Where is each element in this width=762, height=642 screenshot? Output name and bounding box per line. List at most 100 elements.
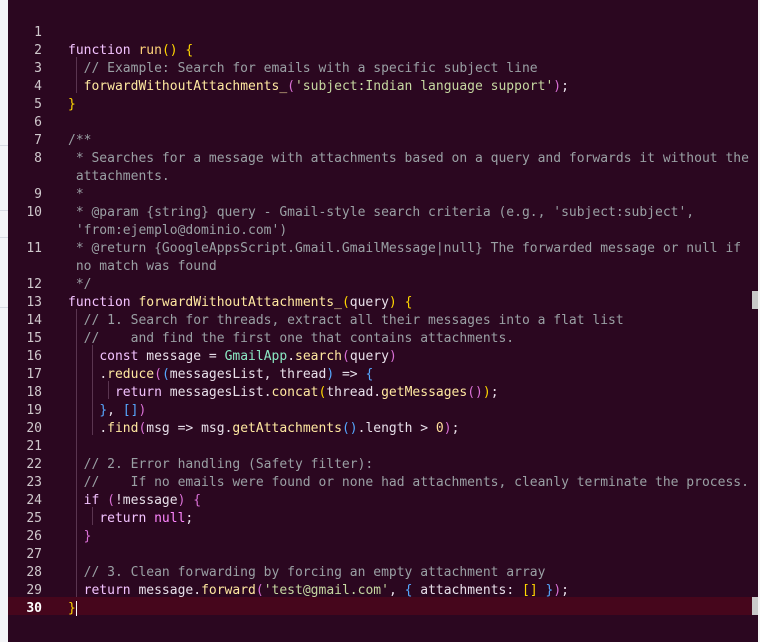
code-editor[interactable]: 1 2 function run() {3 // Example: Search f… [8, 0, 760, 642]
code-line[interactable]: 3 // Example: Search for emails with a s… [8, 60, 760, 78]
code-line[interactable]: 26 } [8, 528, 760, 546]
code-line[interactable]: 14 // 1. Search for threads, extract all… [8, 312, 760, 330]
line-number: 22 [26, 457, 42, 472]
code-token: // 3. Clean forwarding by forcing an emp… [68, 565, 546, 580]
code-token: ) [326, 367, 335, 382]
code-token: . [263, 385, 272, 400]
code-line[interactable]: 5} [8, 96, 760, 114]
code-token: if [83, 493, 108, 508]
code-line[interactable]: 8 * Searches for a message with attachme… [8, 150, 760, 168]
line-number: 20 [26, 421, 42, 436]
panel-divider [0, 145, 8, 146]
code-line[interactable]: 17 .reduce((messagesList, thread) => { [8, 366, 760, 384]
code-text: return message.forward('test@gmail.com',… [68, 582, 569, 600]
code-line[interactable]: 28 // 3. Clean forwarding by forcing an … [8, 564, 760, 582]
code-line[interactable]: 27 [8, 546, 760, 564]
code-token: } [537, 583, 554, 598]
code-line[interactable]: 21 [8, 438, 760, 456]
code-line[interactable]: 13 function forwardWithoutAttachments_(qu… [8, 294, 760, 312]
code-token: return [83, 583, 139, 598]
code-token: { [365, 367, 374, 382]
code-line[interactable]: 22 // 2. Error handling (Safety filter): [8, 456, 760, 474]
code-text: } [68, 528, 92, 546]
code-line[interactable]: 24 if (!message) { [8, 492, 760, 510]
code-line[interactable]: 1 [8, 24, 760, 42]
code-token: message [122, 493, 178, 508]
code-token: } [99, 403, 108, 418]
code-line[interactable]: 23 // If no emails were found or none ha… [8, 474, 760, 492]
line-number: 26 [26, 529, 42, 544]
code-text: * [68, 186, 84, 204]
line-number: 9 [34, 187, 42, 202]
code-token: getMessages [381, 385, 468, 400]
code-token: () [341, 421, 358, 436]
code-line[interactable]: 19 }, []) [8, 402, 760, 420]
code-line[interactable]: 29 return message.forward('test@gmail.co… [8, 582, 760, 600]
code-line[interactable]: 12 */ [8, 276, 760, 294]
code-token: reduce [107, 367, 155, 382]
code-line[interactable]: 16 const message = GmailApp.search(query… [8, 348, 760, 366]
code-token: * @return {GoogleAppsScript.Gmail.GmailM… [68, 241, 742, 256]
code-line[interactable]: 30} [8, 600, 760, 618]
code-token: ; [185, 511, 194, 526]
line-number: 7 [34, 133, 42, 148]
code-token: message [138, 583, 194, 598]
code-token: : [506, 583, 522, 598]
code-token: { [404, 583, 421, 598]
code-token: /** [68, 133, 92, 148]
code-text: // 1. Search for threads, extract all th… [68, 312, 624, 330]
code-line[interactable]: 25 return null; [8, 510, 760, 528]
code-token: thread [326, 385, 374, 400]
line-number: 14 [26, 313, 42, 328]
code-text: /** [68, 132, 91, 150]
code-token: attachments. [68, 169, 170, 184]
code-text: * @param {string} query - Gmail-style se… [68, 204, 694, 222]
code-line[interactable]: 18 return messagesList.concat(thread.get… [8, 384, 760, 402]
code-text: .find(msg => msg.getAttachments().length… [68, 420, 459, 438]
code-line[interactable]: 20 .find(msg => msg.getAttachments().len… [8, 420, 760, 438]
line-number: 12 [26, 277, 42, 292]
code-text: attachments. [68, 168, 170, 186]
code-text: }, []) [68, 402, 146, 420]
code-token: concat [271, 385, 319, 400]
code-token: 'subject:Indian language support' [294, 79, 554, 94]
code-text: * Searches for a message with attachment… [68, 150, 749, 168]
code-line[interactable]: 10 * @param {string} query - Gmail-style… [8, 204, 760, 222]
code-token: */ [68, 277, 92, 292]
code-token: run [138, 43, 162, 58]
code-token: forwardWithoutAttachments_ [138, 295, 342, 310]
code-line[interactable]: 'from:ejemplo@dominio.com') [8, 222, 760, 240]
line-number: 24 [26, 493, 42, 508]
code-text: const message = GmailApp.search(query) [68, 348, 396, 366]
line-number: 19 [26, 403, 42, 418]
code-line[interactable]: 9 * [8, 186, 760, 204]
code-line[interactable]: 6 [8, 114, 760, 132]
code-line[interactable]: 7 /** [8, 132, 760, 150]
code-line[interactable]: no match was found [8, 258, 760, 276]
code-token: ; [561, 583, 569, 598]
code-token: ) [388, 295, 397, 310]
code-token: , [107, 403, 123, 418]
code-token: null [154, 511, 186, 526]
code-line[interactable]: attachments. [8, 168, 760, 186]
code-token: ) [553, 583, 562, 598]
line-number: 27 [26, 547, 42, 562]
code-line[interactable]: 4 forwardWithoutAttachments_('subject:In… [8, 78, 760, 96]
line-number: 17 [26, 367, 42, 382]
code-text: if (!message) { [68, 492, 201, 510]
code-text: // Example: Search for emails with a spe… [68, 60, 538, 78]
code-token: * Searches for a message with attachment… [68, 151, 749, 166]
line-number: 16 [26, 349, 42, 364]
code-line[interactable]: 2 function run() { [8, 42, 760, 60]
code-line[interactable]: 11 * @return {GoogleAppsScript.Gmail.Gma… [8, 240, 760, 258]
code-line[interactable]: 15 // and find the first one that contai… [8, 330, 760, 348]
code-token: ( [161, 367, 170, 382]
